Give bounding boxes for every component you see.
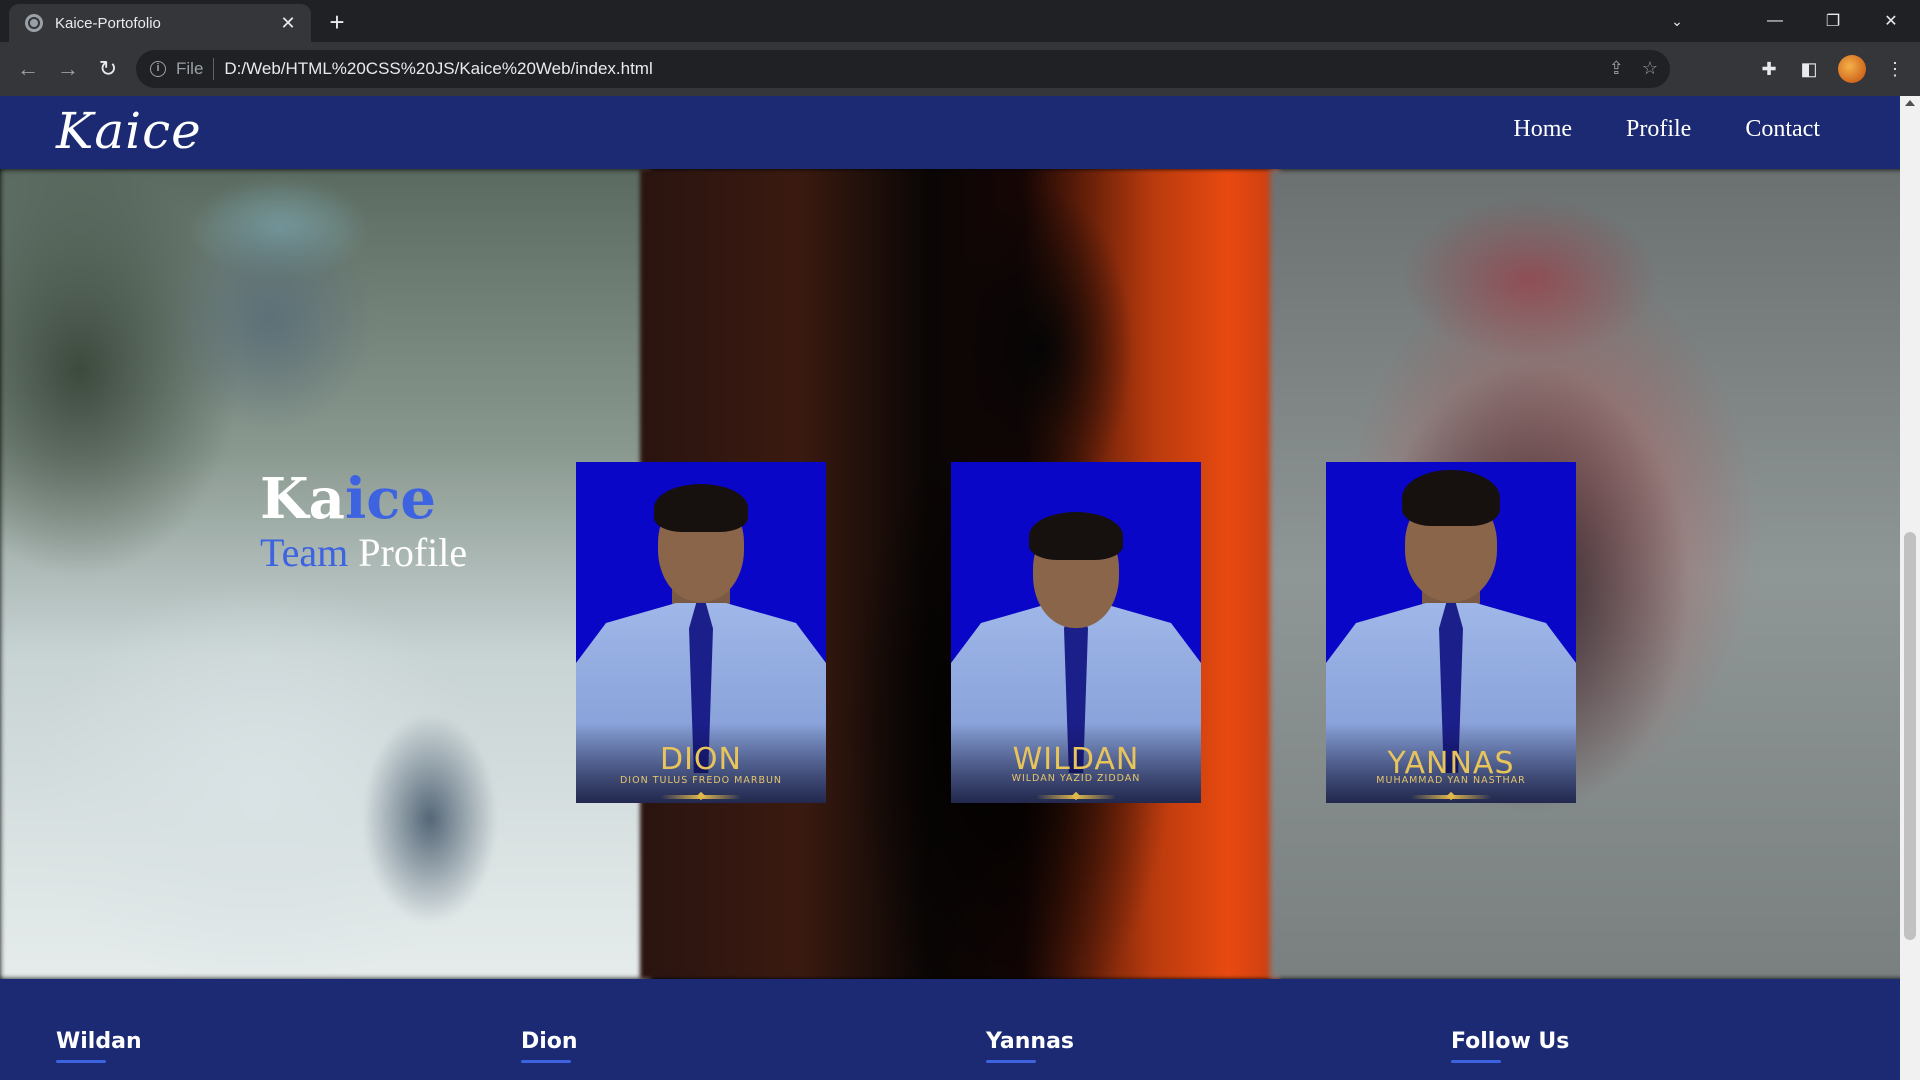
footer-heading: Yannas — [986, 1029, 1075, 1054]
page-scrollbar[interactable] — [1900, 96, 1920, 1080]
new-tab-button[interactable]: + — [322, 8, 352, 38]
restore-button[interactable]: ❐ — [1804, 0, 1862, 42]
window-controls: ⌄ — ❐ ✕ — [1648, 0, 1920, 42]
info-icon[interactable]: i — [150, 61, 166, 77]
nav-links: Home Profile Contact — [1513, 116, 1820, 143]
avatar[interactable] — [1838, 55, 1866, 83]
profile-card-dion[interactable]: DION DION TULUS FREDO MARBUN — [576, 462, 826, 803]
hero-subtitle-part2: Profile — [358, 530, 468, 575]
heading-underline — [521, 1060, 571, 1063]
minimize-button[interactable]: — — [1746, 0, 1804, 42]
puzzle-icon[interactable]: ✚ — [1758, 59, 1780, 80]
site-footer: Wildan Dion Yannas Follow Us — [0, 979, 1900, 1080]
url-text[interactable]: D:/Web/HTML%20CSS%20JS/Kaice%20Web/index… — [224, 59, 652, 79]
ornament-divider — [661, 795, 741, 799]
globe-icon — [25, 14, 43, 32]
profile-card-wildan[interactable]: WILDAN WILDAN YAZID ZIDDAN — [951, 462, 1201, 803]
address-bar[interactable]: i File D:/Web/HTML%20CSS%20JS/Kaice%20We… — [136, 50, 1670, 88]
hero-title-part1: Ka — [260, 466, 345, 532]
browser-tab[interactable]: Kaice-Portofolio ✕ — [9, 4, 311, 42]
site-navbar: Kaice Home Profile Contact — [0, 96, 1900, 169]
profile-card-yannas[interactable]: YANNAS MUHAMMAD YAN NASTHAR — [1326, 462, 1576, 803]
card-fullname: WILDAN YAZID ZIDDAN — [1011, 773, 1141, 784]
footer-column-dion: Dion — [521, 1029, 578, 1063]
sidepanel-icon[interactable]: ◧ — [1798, 59, 1820, 80]
footer-column-follow-us: Follow Us — [1451, 1029, 1569, 1063]
card-fullname: MUHAMMAD YAN NASTHAR — [1376, 775, 1526, 786]
portrait-hair — [1402, 470, 1500, 526]
hero-section: Kaice Team Profile DION DION TULUS FREDO… — [0, 169, 1900, 979]
scrollbar-thumb[interactable] — [1904, 532, 1916, 940]
footer-heading: Wildan — [56, 1029, 142, 1054]
forward-arrow-icon[interactable]: → — [54, 55, 82, 83]
nav-contact-link[interactable]: Contact — [1745, 116, 1820, 143]
heading-underline — [56, 1060, 106, 1063]
reload-icon[interactable]: ↻ — [94, 55, 122, 83]
page-viewport: Kaice Home Profile Contact Kaice Team Pr… — [0, 96, 1900, 1080]
portrait-hair — [1029, 512, 1123, 560]
tab-title: Kaice-Portofolio — [55, 14, 161, 32]
hero-subtitle-part1: Team — [260, 530, 349, 575]
footer-column-yannas: Yannas — [986, 1029, 1074, 1063]
menu-dots-icon[interactable]: ⋮ — [1884, 59, 1906, 80]
card-fullname: DION TULUS FREDO MARBUN — [619, 775, 783, 786]
hero-title-part2: ice — [344, 466, 436, 532]
card-name: DION — [659, 742, 742, 777]
site-logo[interactable]: Kaice — [56, 102, 202, 160]
close-icon[interactable]: ✕ — [277, 13, 299, 34]
divider — [213, 58, 215, 80]
browser-tab-bar: Kaice-Portofolio ✕ + ⌄ — ❐ ✕ — [0, 0, 1920, 42]
nav-home-link[interactable]: Home — [1513, 116, 1572, 143]
browser-toolbar: ← → ↻ i File D:/Web/HTML%20CSS%20JS/Kaic… — [0, 42, 1920, 96]
heading-underline — [986, 1060, 1036, 1063]
chevron-down-icon[interactable]: ⌄ — [1648, 0, 1706, 42]
share-icon[interactable]: ⇪ — [1609, 58, 1624, 79]
ornament-divider — [1036, 795, 1116, 799]
footer-heading: Follow Us — [1451, 1029, 1570, 1054]
url-scheme: File — [176, 59, 204, 78]
footer-heading: Dion — [521, 1029, 578, 1054]
footer-column-wildan: Wildan — [56, 1029, 142, 1063]
star-icon[interactable]: ☆ — [1642, 58, 1658, 79]
close-window-button[interactable]: ✕ — [1862, 0, 1920, 42]
portrait-hair — [654, 484, 748, 532]
card-name: WILDAN — [1012, 742, 1140, 777]
heading-underline — [1451, 1060, 1501, 1063]
scroll-up-arrow-icon[interactable] — [1905, 100, 1915, 106]
hero-subtitle: Team Profile — [260, 529, 467, 576]
nav-profile-link[interactable]: Profile — [1626, 116, 1691, 143]
back-arrow-icon[interactable]: ← — [14, 55, 42, 83]
ornament-divider — [1411, 795, 1491, 799]
hero-title: Kaice — [260, 469, 436, 529]
